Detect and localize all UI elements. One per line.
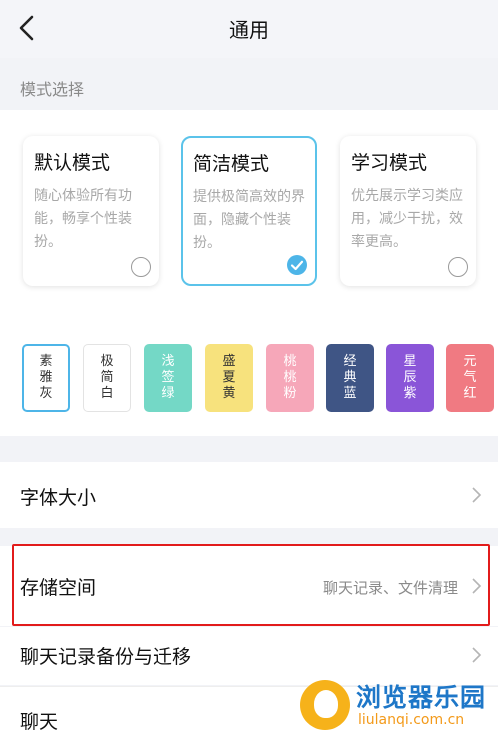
mode-card-default[interactable]: 默认模式 随心体验所有功能，畅享个性装扮。: [23, 136, 159, 286]
theme-name: 元气红: [463, 354, 477, 401]
radio-checked-icon[interactable]: [287, 255, 307, 275]
mode-card-simple[interactable]: 简洁模式 提供极简高效的界面，隐藏个性装扮。: [181, 136, 317, 286]
mode-section-label: 模式选择: [20, 80, 85, 99]
watermark-logo-icon: [300, 680, 350, 730]
top-bar: 通用: [0, 0, 498, 58]
highlight-box: [12, 544, 490, 626]
row-label: 字体大小: [20, 487, 97, 509]
theme-swatch-blue[interactable]: 经典蓝: [326, 344, 374, 412]
settings-row-font-size[interactable]: 字体大小: [0, 462, 498, 528]
theme-swatch-grey[interactable]: 素雅灰: [22, 344, 70, 412]
mode-description: 优先展示学习类应用，减少干扰，效率更高。: [351, 188, 463, 250]
watermark: 浏览器乐园 liulanqi.com.cn: [300, 676, 490, 734]
theme-swatch-purple[interactable]: 星辰紫: [386, 344, 434, 412]
mode-title: 学习模式: [351, 152, 428, 174]
theme-swatch-yellow[interactable]: 盛夏黄: [205, 344, 253, 412]
chevron-right-icon: [472, 487, 482, 503]
mode-title: 默认模式: [34, 152, 111, 174]
theme-name: 星辰紫: [403, 354, 417, 401]
theme-swatch-white[interactable]: 极简白: [83, 344, 131, 412]
theme-swatch-list: 素雅灰 极简白 浅签绿 盛夏黄 桃桃粉 经典蓝 星辰紫 元气红: [0, 316, 498, 436]
theme-name: 桃桃粉: [283, 354, 297, 401]
mode-description: 随心体验所有功能，畅享个性装扮。: [34, 188, 132, 250]
row-label: 聊天: [20, 711, 59, 733]
mode-title: 简洁模式: [193, 153, 270, 175]
mode-selector: 默认模式 随心体验所有功能，畅享个性装扮。 简洁模式 提供极简高效的界面，隐藏个…: [0, 110, 498, 316]
theme-name: 极简白: [100, 354, 114, 401]
mode-description: 提供极简高效的界面，隐藏个性装扮。: [193, 189, 305, 251]
theme-swatch-red[interactable]: 元气红: [446, 344, 494, 412]
theme-swatch-pink[interactable]: 桃桃粉: [266, 344, 314, 412]
radio-unchecked-icon[interactable]: [131, 257, 151, 277]
theme-name: 经典蓝: [343, 354, 357, 401]
watermark-name: 浏览器乐园: [356, 683, 487, 712]
mode-card-study[interactable]: 学习模式 优先展示学习类应用，减少干扰，效率更高。: [340, 136, 476, 286]
theme-name: 浅签绿: [161, 354, 175, 401]
chevron-right-icon: [472, 647, 482, 663]
row-label: 聊天记录备份与迁移: [20, 646, 192, 668]
radio-unchecked-icon[interactable]: [448, 257, 468, 277]
watermark-url: liulanqi.com.cn: [358, 712, 465, 728]
page-title: 通用: [229, 18, 269, 42]
theme-name: 素雅灰: [39, 354, 53, 401]
theme-name: 盛夏黄: [222, 354, 236, 401]
theme-swatch-green[interactable]: 浅签绿: [144, 344, 192, 412]
